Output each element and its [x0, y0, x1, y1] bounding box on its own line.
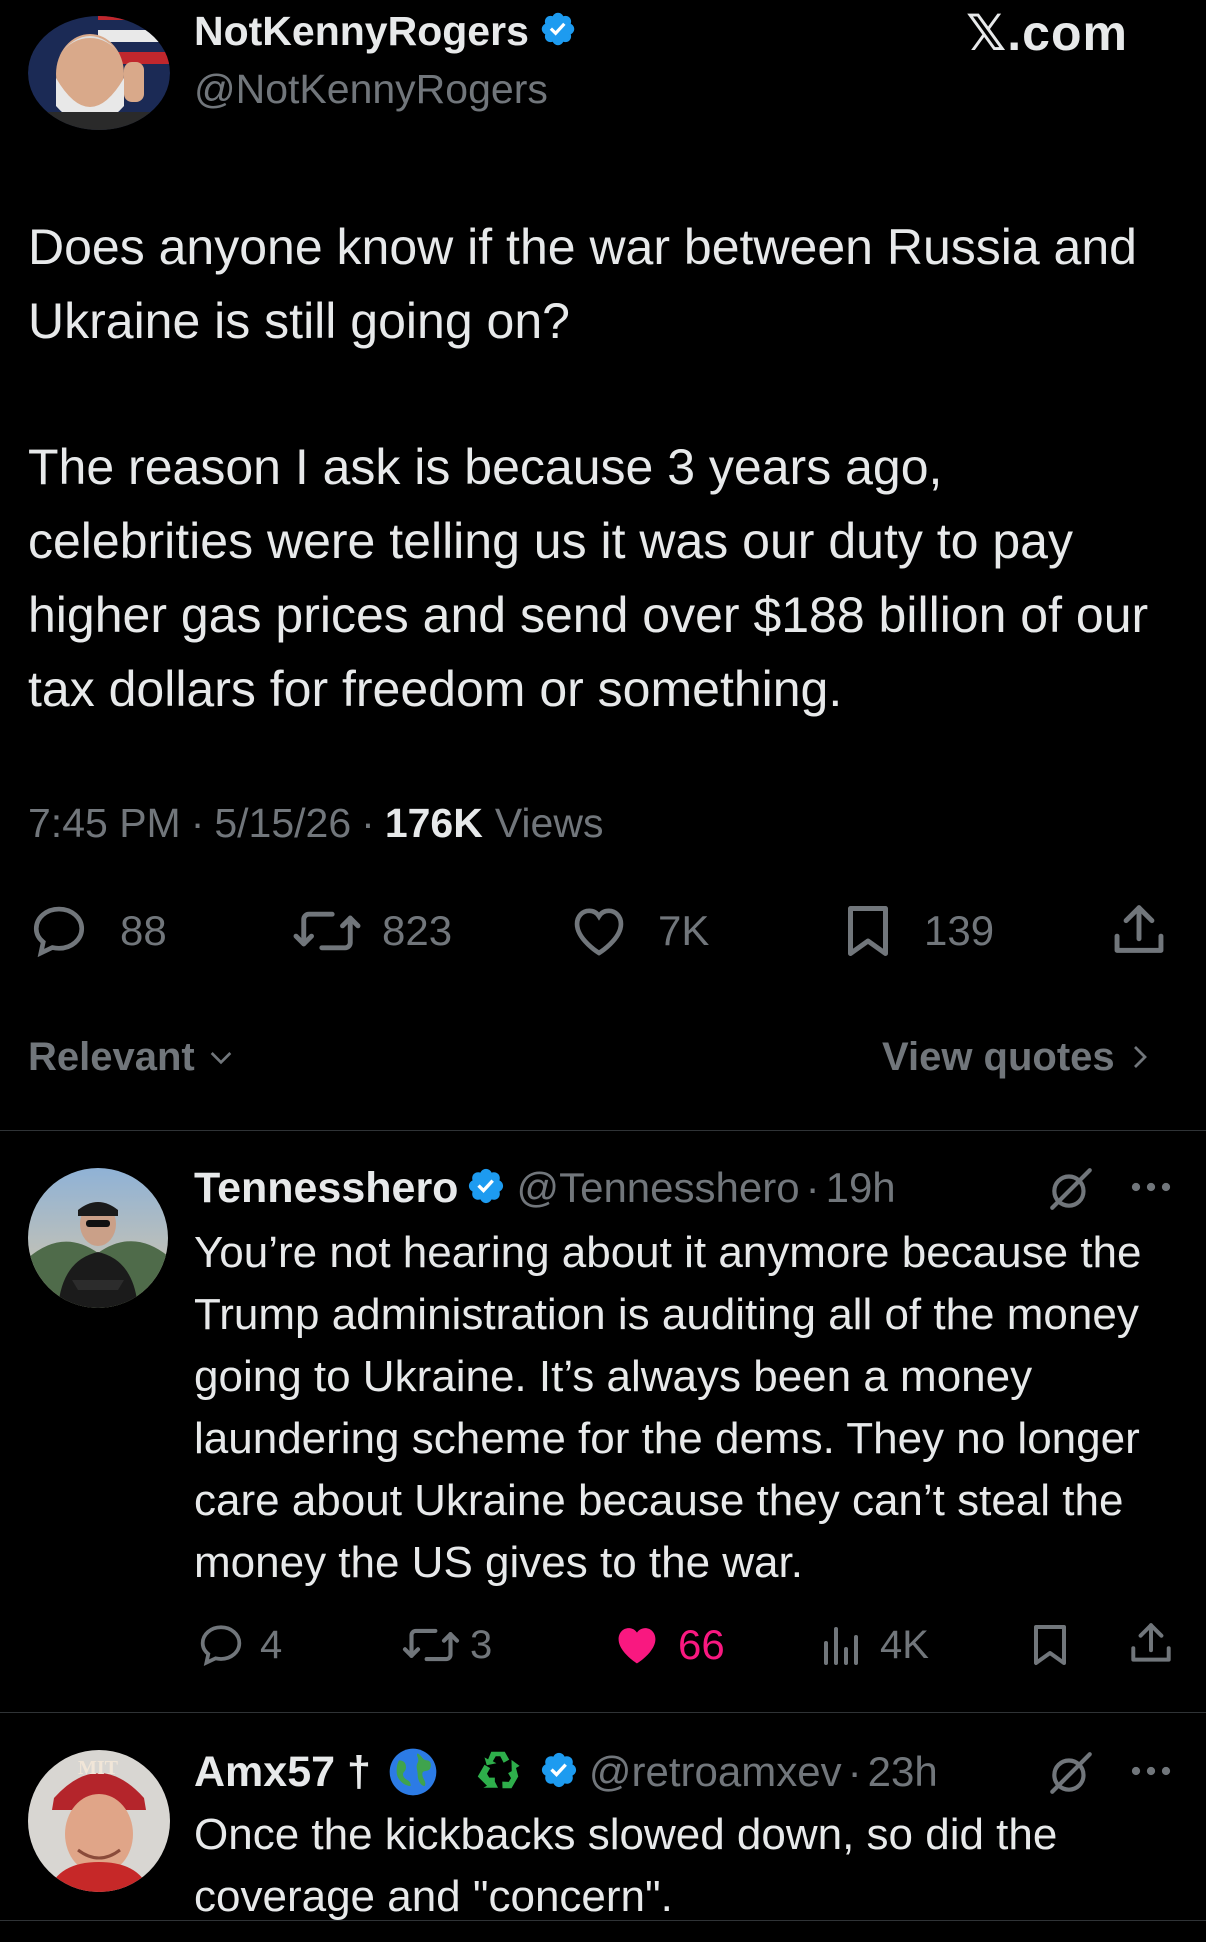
tweet-text-paragraph-1: Does anyone know if the war between Russ… [28, 219, 1137, 349]
reply-views-action[interactable]: 4K [818, 1618, 929, 1672]
sort-label: Relevant [28, 1034, 195, 1079]
tweet-text-paragraph-2: The reason I ask is because 3 years ago,… [28, 439, 1149, 717]
reply-views-count: 4K [880, 1622, 929, 1667]
tweet-time: 7:45 PM [28, 800, 181, 846]
reply-age: 19h [825, 1164, 896, 1211]
divider [0, 1130, 1206, 1131]
author-name[interactable]: NotKennyRogers [194, 8, 529, 55]
reply-repost-count: 3 [470, 1622, 493, 1667]
chevron-down-icon [205, 1041, 237, 1073]
views-count: 176K [384, 800, 483, 846]
tweet-date[interactable]: 5/15/26 [214, 800, 351, 847]
reply-icon [196, 1620, 246, 1670]
chevron-right-icon [1125, 1041, 1155, 1073]
bookmark-action[interactable]: 139 [838, 900, 994, 962]
avatar-cap-text: MIT [78, 1757, 118, 1779]
repost-icon [290, 900, 364, 962]
bookmark-count: 139 [924, 907, 995, 954]
heart-icon [566, 900, 632, 962]
view-quotes-link[interactable]: View quotes [882, 1032, 1155, 1082]
reply-like-action[interactable]: 66 [610, 1618, 725, 1672]
meta-separator: · [847, 1748, 862, 1795]
reply-author-name[interactable]: Amx57 † [194, 1748, 371, 1797]
grok-icon[interactable] [1046, 1164, 1096, 1214]
reply-count: 88 [120, 907, 167, 954]
recycle-icon [471, 1745, 525, 1799]
meta-separator: · [190, 800, 205, 846]
site-label: 𝕏.com [966, 5, 1128, 61]
share-icon[interactable] [1108, 900, 1170, 962]
views-label: Views [494, 800, 604, 846]
verified-badge-icon [466, 1166, 506, 1211]
heart-filled-icon [610, 1619, 664, 1671]
share-icon[interactable] [1126, 1618, 1176, 1670]
reply-avatar[interactable] [28, 1168, 168, 1308]
reply-reply-count: 4 [260, 1622, 283, 1667]
views-chart-icon [818, 1620, 866, 1670]
bookmark-icon [838, 900, 898, 962]
repost-icon [400, 1619, 462, 1671]
reply-author-handle[interactable]: @Tennesshero [516, 1164, 799, 1212]
view-quotes-label: View quotes [882, 1034, 1115, 1079]
divider [0, 1920, 1206, 1921]
like-count: 7K [658, 907, 710, 954]
reply-action[interactable]: 88 [28, 900, 167, 962]
reply-text: You’re not hearing about it anymore beca… [194, 1228, 1142, 1587]
reply-author-name[interactable]: Tennesshero [194, 1164, 458, 1213]
grok-icon[interactable] [1046, 1748, 1096, 1798]
globe-icon [385, 1744, 441, 1800]
author-avatar[interactable] [28, 16, 170, 130]
reply-icon [28, 900, 90, 962]
verified-badge-icon [539, 1750, 579, 1795]
repost-count: 823 [382, 907, 453, 954]
more-options-icon[interactable] [1128, 1172, 1174, 1202]
reply-repost-action[interactable]: 3 [400, 1618, 492, 1672]
tweet-meta: 7:45 PM · 5/15/26 · 176K Views [28, 800, 603, 847]
meta-separator: · [805, 1164, 820, 1211]
meta-separator: · [361, 800, 375, 846]
reply-like-count: 66 [678, 1621, 725, 1668]
author-handle[interactable]: @NotKennyRogers [194, 66, 548, 113]
reply-author-handle[interactable]: @retroamxev [589, 1748, 842, 1796]
bookmark-icon[interactable] [1026, 1620, 1074, 1670]
reply-reply-action[interactable]: 4 [196, 1618, 282, 1672]
divider [0, 1712, 1206, 1713]
more-options-icon[interactable] [1128, 1756, 1174, 1786]
like-action[interactable]: 7K [566, 900, 709, 962]
repost-action[interactable]: 823 [290, 900, 452, 962]
sort-dropdown[interactable]: Relevant [28, 1032, 237, 1082]
reply-age: 23h [867, 1748, 938, 1795]
verified-badge-icon [539, 10, 577, 53]
reply-text: Once the kickbacks slowed down, so did t… [194, 1810, 1058, 1921]
